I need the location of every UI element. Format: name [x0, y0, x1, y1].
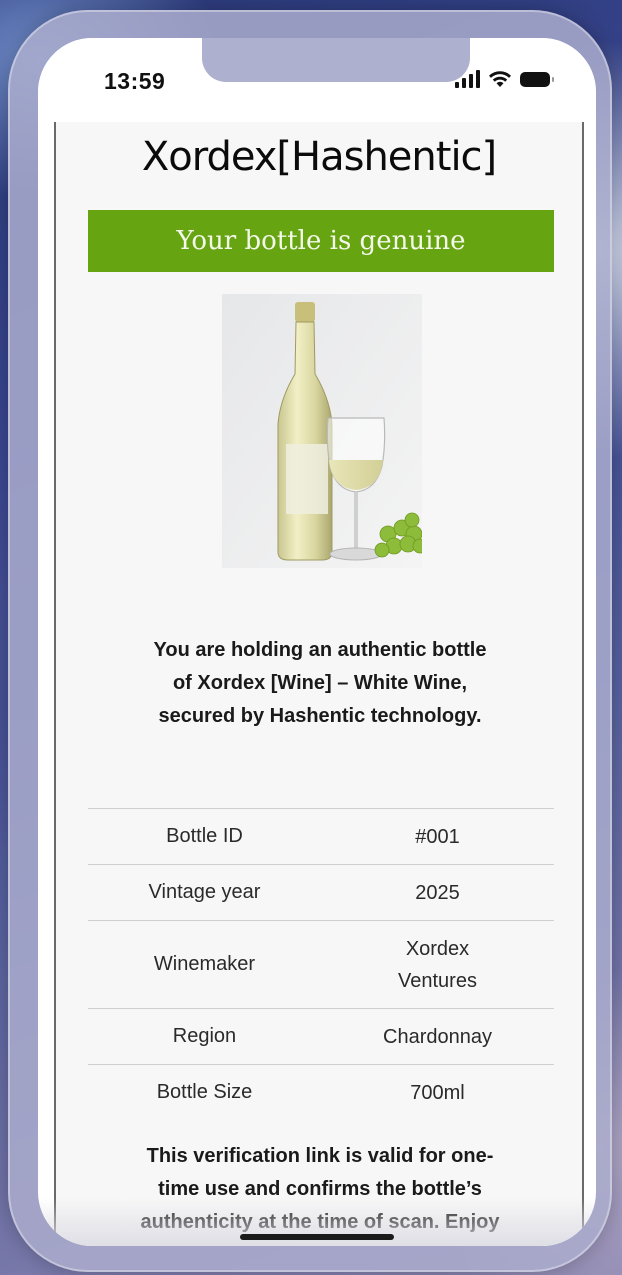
detail-label: Vintage year [88, 864, 321, 921]
table-row: Vintage year 2025 [88, 864, 554, 921]
detail-value: #001 [321, 808, 554, 865]
brand-title: Xordex[Hashentic] [141, 134, 497, 180]
status-icons [455, 70, 554, 88]
table-row: Bottle Size 700ml [88, 1064, 554, 1121]
bottle-details-table: Bottle ID #001 Vintage year 2025 Winemak… [88, 808, 554, 1121]
status-time: 13:59 [104, 68, 166, 94]
detail-value: Chardonnay [321, 1008, 554, 1065]
detail-value: 700ml [321, 1064, 554, 1121]
verification-page: Xordex[Hashentic] Your bottle is genuine [54, 122, 584, 1246]
detail-value: Xordex Ventures [398, 937, 477, 992]
wifi-icon [489, 71, 511, 87]
genuine-banner: Your bottle is genuine [88, 210, 554, 272]
table-row: Bottle ID #001 [88, 808, 554, 865]
table-row: Region Chardonnay [88, 1008, 554, 1065]
detail-label: Bottle Size [88, 1064, 321, 1121]
phone-frame: 13:59 Xordex[Hashentic] Your bottle is g… [8, 10, 612, 1272]
camera-notch [202, 38, 470, 82]
home-indicator[interactable] [240, 1234, 394, 1240]
detail-value-cell: Xordex Ventures [321, 920, 554, 1009]
detail-label: Bottle ID [88, 808, 321, 865]
cellular-signal-icon [455, 70, 480, 88]
detail-label: Winemaker [88, 920, 321, 1009]
detail-label: Region [88, 1008, 321, 1065]
status-bar: 13:59 [38, 38, 596, 122]
authenticity-message: You are holding an authentic bottle of X… [153, 639, 487, 727]
wine-bottle-image [222, 294, 422, 568]
battery-icon [520, 71, 554, 87]
phone-screen: 13:59 Xordex[Hashentic] Your bottle is g… [38, 38, 596, 1246]
detail-value: 2025 [321, 864, 554, 921]
table-row: Winemaker Xordex Ventures [88, 920, 554, 1009]
